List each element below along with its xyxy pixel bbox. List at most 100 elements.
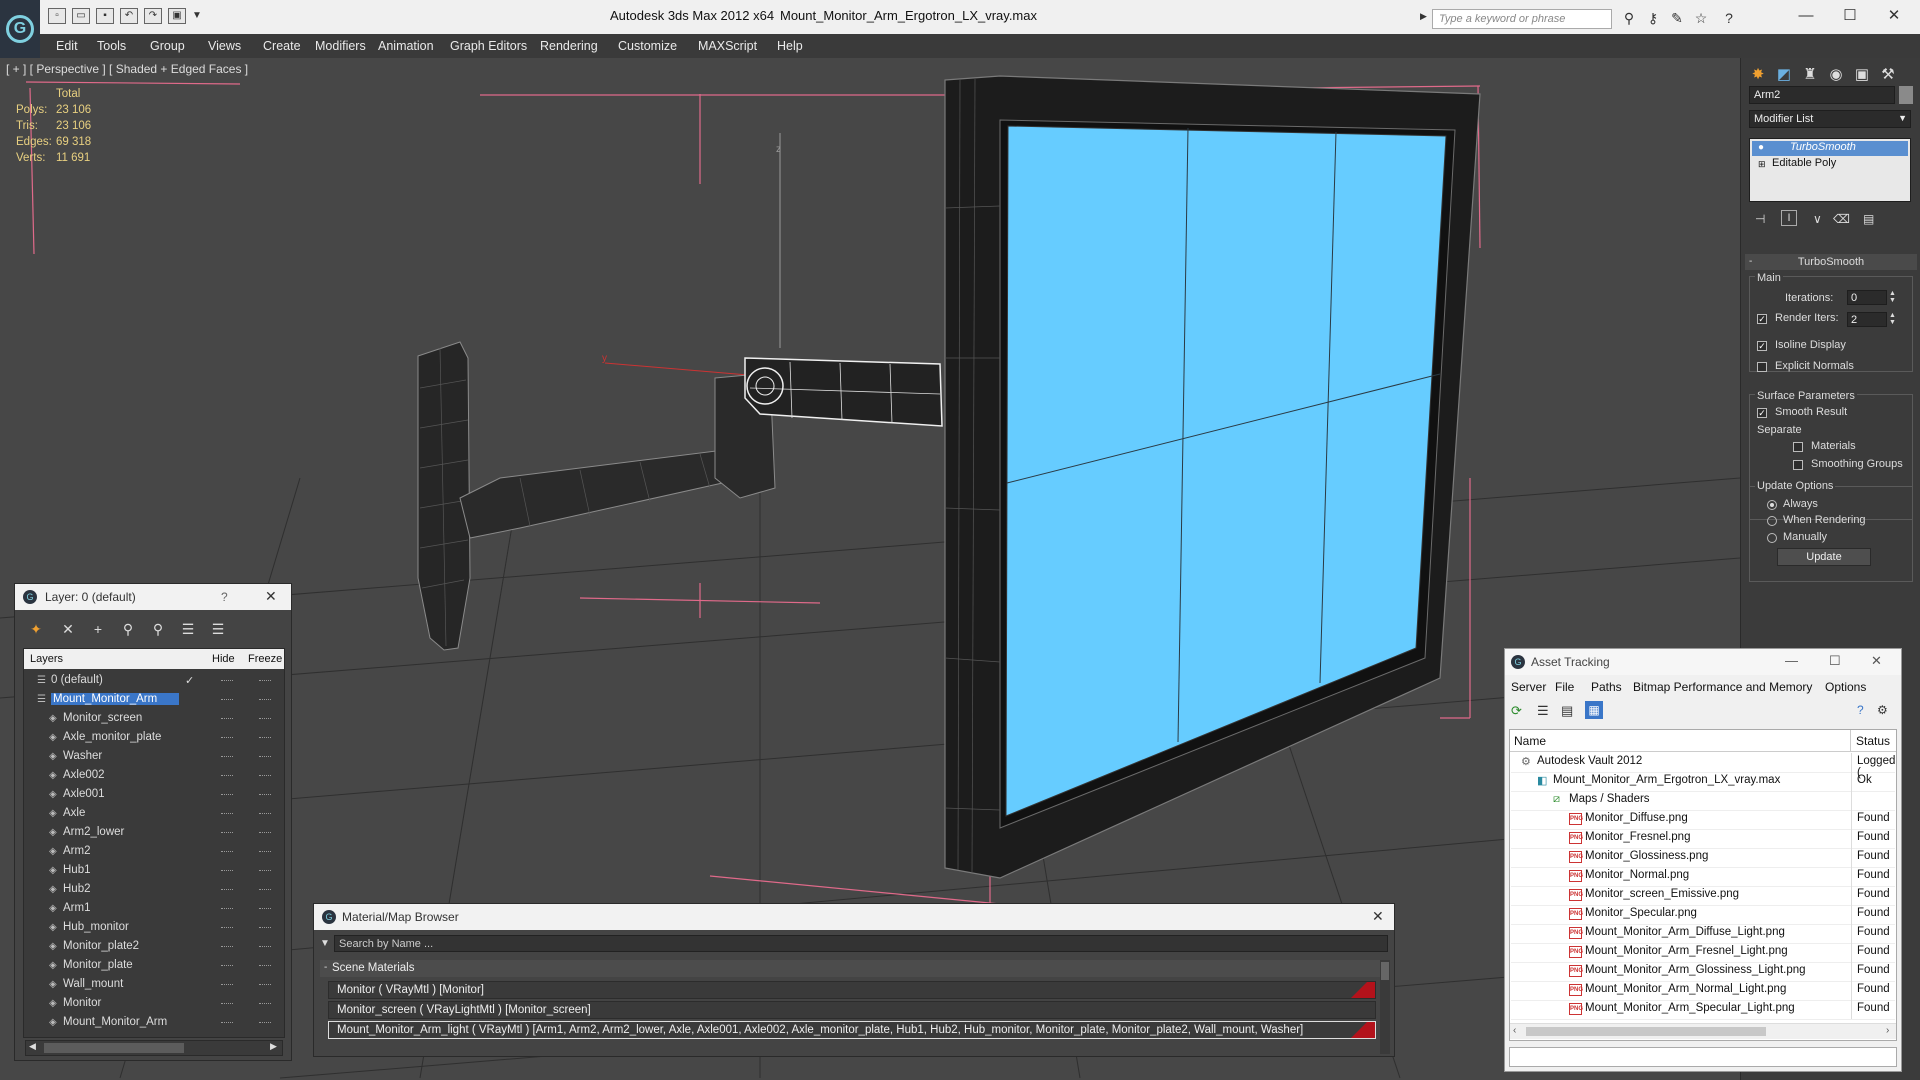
explicit-normals-checkbox[interactable] xyxy=(1757,362,1767,372)
hide-toggle[interactable] xyxy=(221,775,233,778)
freeze-all-icon[interactable]: ☰ xyxy=(209,620,227,638)
freeze-toggle[interactable] xyxy=(259,832,271,835)
layer-row[interactable]: ◈ Hub1 xyxy=(25,862,281,881)
undo-icon[interactable]: ↶ xyxy=(120,8,138,24)
hide-toggle[interactable] xyxy=(221,699,233,702)
modifier-list-dropdown[interactable]: Modifier List ▼ xyxy=(1749,110,1911,128)
layer-row[interactable]: ◈ Monitor_plate xyxy=(25,957,281,976)
scroll-left-icon[interactable]: ‹ xyxy=(1513,1025,1516,1036)
browser-options-icon[interactable]: ▼ xyxy=(320,938,330,949)
search-expand-icon[interactable]: ▶ xyxy=(1420,11,1427,22)
highlight-layer-icon[interactable]: ⚲ xyxy=(149,620,167,638)
menu-modifiers[interactable]: Modifiers xyxy=(307,34,374,58)
col-name[interactable]: Name xyxy=(1514,734,1546,748)
freeze-toggle[interactable] xyxy=(259,680,271,683)
asset-row[interactable]: PNG Monitor_Normal.png Found xyxy=(1511,867,1895,887)
help-icon[interactable]: ? xyxy=(221,590,228,604)
render-iters-checkbox[interactable]: ✓ xyxy=(1757,314,1767,324)
hide-toggle[interactable] xyxy=(221,946,233,949)
menu-server[interactable]: Server xyxy=(1511,680,1546,694)
app-menu-button[interactable]: G xyxy=(0,0,40,58)
freeze-toggle[interactable] xyxy=(259,699,271,702)
menu-graph-editors[interactable]: Graph Editors xyxy=(442,34,535,58)
stack-item-turbosmooth[interactable]: TurboSmooth xyxy=(1752,141,1908,156)
freeze-toggle[interactable] xyxy=(259,813,271,816)
hide-toggle[interactable] xyxy=(221,965,233,968)
asset-row[interactable]: ◧ Mount_Monitor_Arm_Ergotron_LX_vray.max O… xyxy=(1511,772,1895,792)
layer-row[interactable]: ◈ Monitor xyxy=(25,995,281,1014)
close-icon[interactable]: ✕ xyxy=(1871,653,1882,669)
freeze-toggle[interactable] xyxy=(259,946,271,949)
menu-customize[interactable]: Customize xyxy=(610,34,685,58)
material-row-mount-arm-light[interactable]: Mount_Monitor_Arm_light ( VRayMtl ) [Arm… xyxy=(328,1021,1376,1039)
maximize-icon[interactable]: ☐ xyxy=(1829,653,1841,669)
hide-toggle[interactable] xyxy=(221,1022,233,1025)
menu-maxscript[interactable]: MAXScript xyxy=(690,34,765,58)
project-folder-icon[interactable]: ▣ xyxy=(168,8,186,24)
open-file-icon[interactable]: ▭ xyxy=(72,8,90,24)
asset-row[interactable]: PNG Monitor_Diffuse.png Found xyxy=(1511,810,1895,830)
freeze-toggle[interactable] xyxy=(259,927,271,930)
make-unique-icon[interactable]: ∨ xyxy=(1813,212,1822,226)
horizontal-scrollbar[interactable]: ‹ › xyxy=(1510,1023,1896,1039)
close-icon[interactable]: ✕ xyxy=(1372,908,1384,925)
spinner-arrows-icon[interactable]: ▲ ▼ xyxy=(1889,312,1896,326)
motion-tab-icon[interactable]: ◉ xyxy=(1825,64,1847,86)
current-layer-check-icon[interactable]: ✓ xyxy=(185,674,194,687)
menu-bitmap-performance[interactable]: Bitmap Performance and Memory xyxy=(1633,680,1812,694)
utilities-tab-icon[interactable]: ⚒ xyxy=(1877,64,1899,86)
layer-row[interactable]: ◈ Axle_monitor_plate xyxy=(25,729,281,748)
freeze-toggle[interactable] xyxy=(259,737,271,740)
asset-row[interactable]: ⧄ Maps / Shaders xyxy=(1511,791,1895,811)
viewport-label[interactable]: [ + ] [ Perspective ] [ Shaded + Edged F… xyxy=(6,62,248,76)
asset-row[interactable]: PNG Mount_Monitor_Arm_Specular_Light.png F… xyxy=(1511,1000,1895,1020)
hide-all-icon[interactable]: ☰ xyxy=(179,620,197,638)
materials-checkbox[interactable] xyxy=(1793,442,1803,452)
redo-icon[interactable]: ↷ xyxy=(144,8,162,24)
freeze-toggle[interactable] xyxy=(259,1022,271,1025)
section-collapse-icon[interactable]: - xyxy=(324,962,327,973)
scrollbar-thumb[interactable] xyxy=(1526,1027,1766,1036)
expand-plus-icon[interactable]: ⊞ xyxy=(1758,159,1766,170)
layer-row[interactable]: ◈ Arm2_lower xyxy=(25,824,281,843)
remove-modifier-icon[interactable]: ⌫ xyxy=(1833,212,1850,226)
layer-row[interactable]: ☰ Mount_Monitor_Arm xyxy=(25,691,281,710)
hide-toggle[interactable] xyxy=(221,927,233,930)
layer-row[interactable]: ◈ Wall_mount xyxy=(25,976,281,995)
layer-row[interactable]: ◈ Axle xyxy=(25,805,281,824)
configure-sets-icon[interactable]: ▤ xyxy=(1863,212,1874,226)
menu-animation[interactable]: Animation xyxy=(370,34,442,58)
minimize-icon[interactable]: — xyxy=(1786,4,1826,28)
material-browser-titlebar[interactable]: G Material/Map Browser ✕ xyxy=(314,904,1394,930)
layer-row[interactable]: ☰ 0 (default) ✓ xyxy=(25,672,281,691)
minimize-icon[interactable]: — xyxy=(1785,653,1798,668)
horizontal-scrollbar[interactable]: ◀ ▶ xyxy=(25,1040,283,1056)
communication-icon[interactable]: ✎ xyxy=(1668,9,1686,27)
bulb-icon[interactable]: ● xyxy=(1758,142,1764,153)
hide-toggle[interactable] xyxy=(221,813,233,816)
hide-toggle[interactable] xyxy=(221,756,233,759)
asset-path-field[interactable] xyxy=(1509,1047,1897,1067)
close-icon[interactable]: ✕ xyxy=(265,588,277,605)
hide-toggle[interactable] xyxy=(221,1003,233,1006)
delete-layer-icon[interactable]: ✕ xyxy=(59,620,77,638)
iterations-spinner[interactable]: 0 xyxy=(1847,290,1887,305)
menu-edit[interactable]: Edit xyxy=(48,34,86,58)
create-layer-icon[interactable]: ✦ xyxy=(27,620,45,638)
asset-row[interactable]: PNG Monitor_Specular.png Found xyxy=(1511,905,1895,925)
layer-row[interactable]: ◈ Washer xyxy=(25,748,281,767)
menu-views[interactable]: Views xyxy=(200,34,249,58)
hide-toggle[interactable] xyxy=(221,737,233,740)
show-end-result-icon[interactable]: I xyxy=(1781,210,1797,226)
hide-toggle[interactable] xyxy=(221,984,233,987)
modify-tab-icon[interactable]: ◩ xyxy=(1773,64,1795,86)
turbosmooth-rollout-header[interactable]: TurboSmooth xyxy=(1745,254,1917,270)
table-view-icon[interactable]: ▦ xyxy=(1585,701,1603,719)
scroll-right-icon[interactable]: › xyxy=(1886,1025,1889,1036)
menu-tools[interactable]: Tools xyxy=(89,34,134,58)
binoculars-icon[interactable]: ⚲ xyxy=(1620,9,1638,27)
freeze-toggle[interactable] xyxy=(259,756,271,759)
hide-toggle[interactable] xyxy=(221,851,233,854)
hierarchy-tab-icon[interactable]: ♜ xyxy=(1799,64,1821,86)
manually-radio[interactable] xyxy=(1767,533,1777,543)
